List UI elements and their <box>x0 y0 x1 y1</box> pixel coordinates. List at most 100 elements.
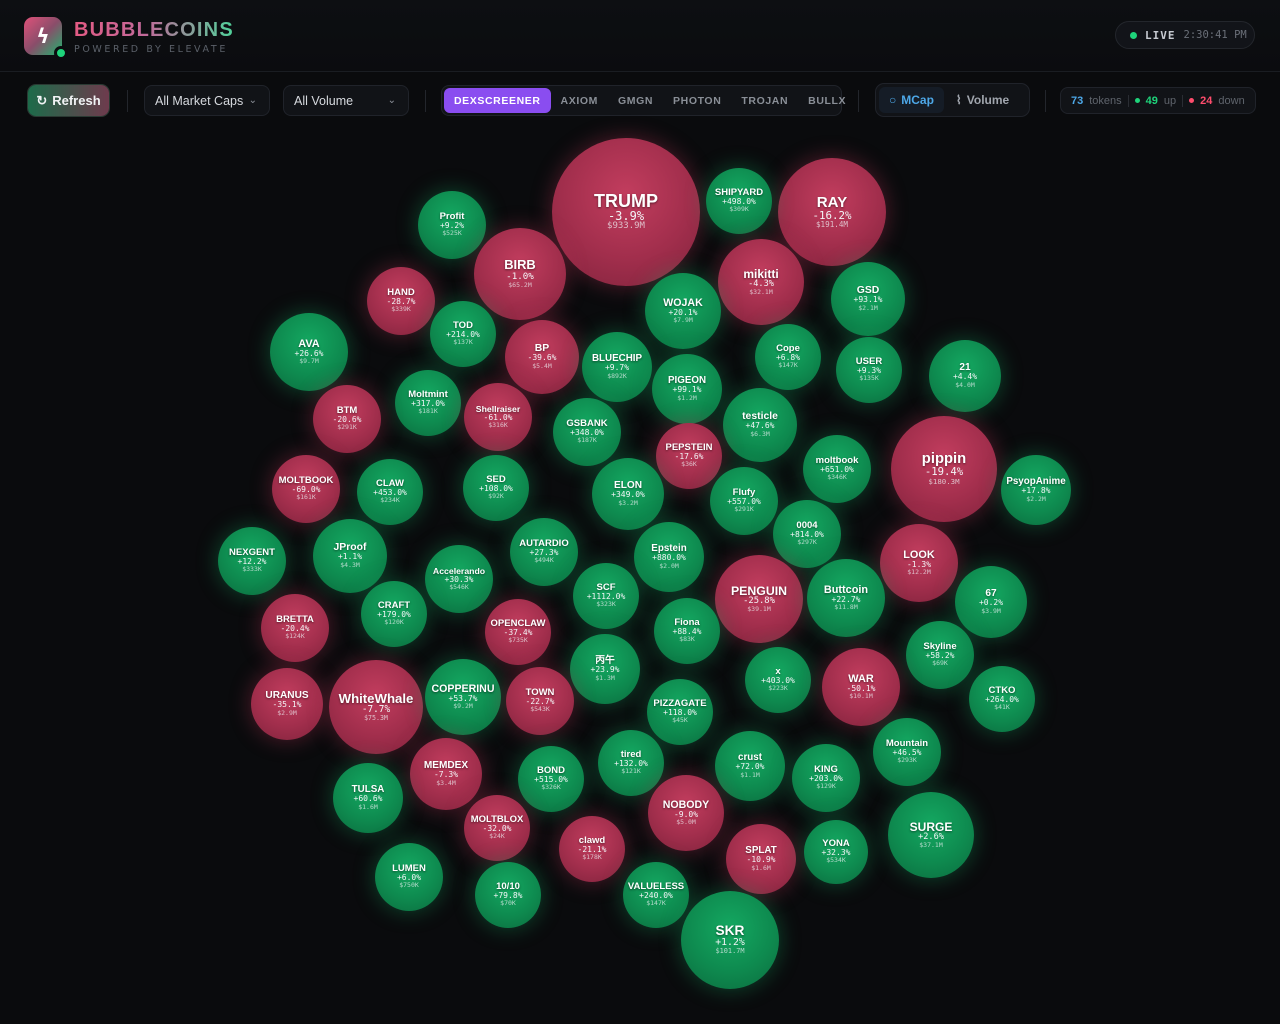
token-bubble[interactable]: BIRB -1.0% $65.2M <box>474 228 566 320</box>
token-mcap: $223K <box>768 684 788 693</box>
token-bubble[interactable]: CRAFT +179.0% $120K <box>361 581 427 647</box>
token-bubble[interactable]: 0004 +814.0% $297K <box>773 500 841 568</box>
divider <box>1182 94 1184 107</box>
token-stats: 73 tokens 49 up 24 down <box>1060 87 1256 114</box>
token-bubble[interactable]: TRUMP -3.9% $933.9M <box>552 138 700 286</box>
token-bubble[interactable]: LOOK -1.3% $12.2M <box>880 524 958 602</box>
token-bubble[interactable]: JProof +1.1% $4.3M <box>313 519 387 593</box>
metric-label: Volume <box>966 93 1010 107</box>
token-bubble[interactable]: TOD +214.0% $137K <box>430 301 496 367</box>
token-bubble[interactable]: COPPERINU +53.7% $9.2M <box>425 659 501 735</box>
token-bubble[interactable]: ELON +349.0% $3.2M <box>592 458 664 530</box>
token-bubble[interactable]: TOWN -22.7% $543K <box>506 667 574 735</box>
token-bubble[interactable]: URANUS -35.1% $2.9M <box>251 668 323 740</box>
token-bubble[interactable]: YONA +32.3% $534K <box>804 820 868 884</box>
token-bubble[interactable]: mikitti -4.3% $32.1M <box>718 239 804 325</box>
platform-tab-axiom[interactable]: AXIOM <box>551 88 608 113</box>
token-bubble[interactable]: AUTARDIO +27.3% $494K <box>510 518 578 586</box>
down-count: 24 <box>1200 94 1213 107</box>
token-bubble[interactable]: CLAW +453.0% $234K <box>357 459 423 525</box>
token-bubble[interactable]: Cope +6.8% $147K <box>755 324 821 390</box>
token-bubble[interactable]: LUMEN +6.0% $750K <box>375 843 443 911</box>
token-bubble[interactable]: Profit +9.2% $525K <box>418 191 486 259</box>
token-bubble[interactable]: SKR +1.2% $101.7M <box>681 891 779 989</box>
token-bubble[interactable]: AVA +26.6% $9.7M <box>270 313 348 391</box>
token-bubble[interactable]: 10/10 +79.8% $70K <box>475 862 541 928</box>
token-bubble[interactable]: moltbook +651.0% $346K <box>803 435 871 503</box>
token-bubble[interactable]: GSBANK +348.0% $187K <box>553 398 621 466</box>
token-bubble[interactable]: NOBODY -9.0% $5.0M <box>648 775 724 851</box>
brand-name: BUBBLECOINS <box>74 19 234 41</box>
token-bubble[interactable]: BTM -20.6% $291K <box>313 385 381 453</box>
token-mcap: $92K <box>488 492 504 501</box>
platform-tab-dexscreener[interactable]: DEXSCREENER <box>444 88 551 113</box>
token-bubble[interactable]: 67 +0.2% $3.9M <box>955 566 1027 638</box>
token-bubble[interactable]: SHIPYARD +498.0% $309K <box>706 168 772 234</box>
circle-icon: ○ <box>889 93 897 107</box>
token-bubble[interactable]: CTKO +264.0% $41K <box>969 666 1035 732</box>
token-bubble[interactable]: Shellraiser -61.0% $316K <box>464 383 532 451</box>
token-bubble[interactable]: OPENCLAW -37.4% $735K <box>485 599 551 665</box>
token-bubble[interactable]: BOND +515.0% $326K <box>518 746 584 812</box>
token-symbol: TRUMP <box>594 190 658 211</box>
token-bubble[interactable]: Fiona +88.4% $83K <box>654 598 720 664</box>
token-bubble[interactable]: Buttcoin +22.7% $11.8M <box>807 559 885 637</box>
token-bubble[interactable]: testicle +47.6% $6.3M <box>723 388 797 462</box>
token-bubble[interactable]: Moltmint +317.0% $181K <box>395 370 461 436</box>
token-bubble[interactable]: clawd -21.1% $178K <box>559 816 625 882</box>
token-bubble[interactable]: HAND -28.7% $339K <box>367 267 435 335</box>
token-bubble[interactable]: Skyline +58.2% $69K <box>906 621 974 689</box>
token-bubble[interactable]: MOLTBLOX -32.0% $24K <box>464 795 530 861</box>
token-bubble[interactable]: PIGEON +99.1% $1.2M <box>652 354 722 424</box>
token-bubble[interactable]: MEMDEX -7.3% $3.4M <box>410 738 482 810</box>
platform-tab-gmgn[interactable]: GMGN <box>608 88 663 113</box>
token-bubble[interactable]: Flufy +557.0% $291K <box>710 467 778 535</box>
token-bubble[interactable]: MOLTBOOK -69.0% $161K <box>272 455 340 523</box>
token-bubble[interactable]: SED +108.0% $92K <box>463 455 529 521</box>
token-bubble[interactable]: USER +9.3% $135K <box>836 337 902 403</box>
platform-tab-bullx[interactable]: BULLX <box>798 88 856 113</box>
token-bubble[interactable]: Mountain +46.5% $293K <box>873 718 941 786</box>
token-bubble[interactable]: PEPSTEIN -17.6% $36K <box>656 423 722 489</box>
down-count-label: down <box>1218 94 1245 107</box>
token-bubble[interactable]: tired +132.0% $121K <box>598 730 664 796</box>
market-cap-select[interactable]: All Market Caps ⌄ <box>144 85 270 116</box>
token-bubble[interactable]: pippin -19.4% $180.3M <box>891 416 997 522</box>
metric-volume-button[interactable]: ⌇ Volume <box>946 87 1019 113</box>
token-bubble[interactable]: x +403.0% $223K <box>745 647 811 713</box>
token-bubble[interactable]: BP -39.6% $5.4M <box>505 320 579 394</box>
platform-tab-trojan[interactable]: TROJAN <box>731 88 798 113</box>
token-bubble[interactable]: GSD +93.1% $2.1M <box>831 262 905 336</box>
token-bubble[interactable]: NEXGENT +12.2% $333K <box>218 527 286 595</box>
token-bubble[interactable]: 21 +4.4% $4.0M <box>929 340 1001 412</box>
token-mcap: $45K <box>672 716 688 725</box>
refresh-button[interactable]: ↻ Refresh <box>28 85 109 116</box>
token-mcap: $3.2M <box>618 498 638 507</box>
token-bubble[interactable]: TULSA +60.6% $1.6M <box>333 763 403 833</box>
token-bubble[interactable]: crust +72.0% $1.1M <box>715 731 785 801</box>
token-bubble[interactable]: SCF +1112.0% $323K <box>573 563 639 629</box>
token-mcap: $65.2M <box>508 280 532 289</box>
token-bubble[interactable]: PsyopAnime +17.8% $2.2M <box>1001 455 1071 525</box>
token-bubble[interactable]: BLUECHIP +9.7% $892K <box>582 332 652 402</box>
token-bubble[interactable]: Accelerando +30.3% $546K <box>425 545 493 613</box>
token-bubble[interactable]: PENGUIN -25.8% $39.1M <box>715 555 803 643</box>
token-bubble[interactable]: VALUELESS +240.0% $147K <box>623 862 689 928</box>
metric-mcap-button[interactable]: ○ MCap <box>879 87 944 113</box>
token-bubble[interactable]: WhiteWhale -7.7% $75.3M <box>329 660 423 754</box>
platform-tab-photon[interactable]: PHOTON <box>663 88 731 113</box>
volume-select[interactable]: All Volume ⌄ <box>283 85 409 116</box>
token-bubble[interactable]: 丙午 +23.9% $1.3M <box>570 634 640 704</box>
token-mcap: $339K <box>391 305 411 314</box>
token-bubble[interactable]: KING +203.0% $129K <box>792 744 860 812</box>
token-bubble[interactable]: WOJAK +20.1% $7.9M <box>645 273 721 349</box>
token-bubble[interactable]: WAR -50.1% $10.1M <box>822 648 900 726</box>
token-bubble[interactable]: SURGE +2.6% $37.1M <box>888 792 974 878</box>
token-bubble[interactable]: PIZZAGATE +118.0% $45K <box>647 679 713 745</box>
token-mcap: $181K <box>418 407 438 416</box>
token-mcap: $83K <box>679 635 695 644</box>
token-bubble[interactable]: Epstein +880.0% $2.0M <box>634 522 704 592</box>
token-bubble[interactable]: SPLAT -10.9% $1.6M <box>726 824 796 894</box>
token-bubble[interactable]: RAY -16.2% $191.4M <box>778 158 886 266</box>
token-bubble[interactable]: BRETTA -20.4% $124K <box>261 594 329 662</box>
